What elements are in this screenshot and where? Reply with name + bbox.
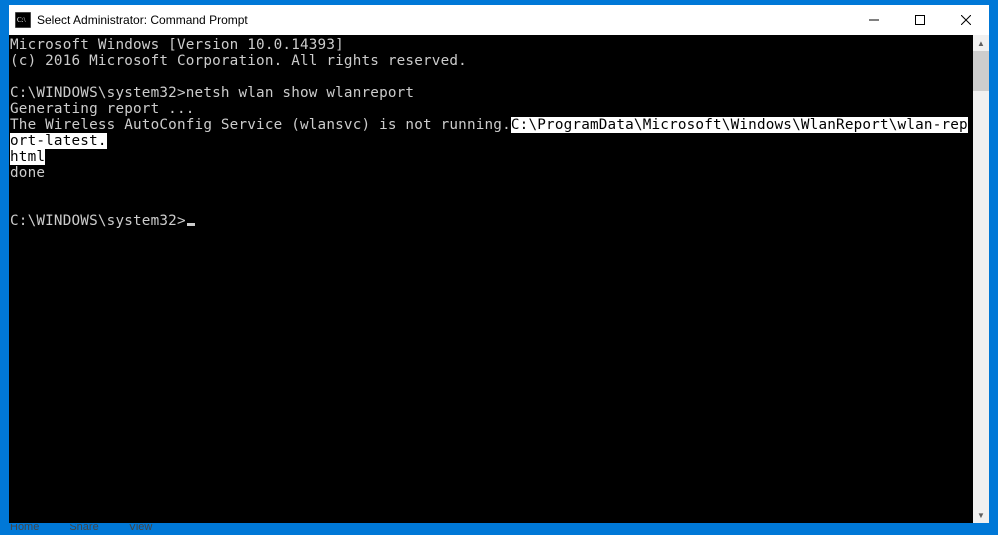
command-prompt-window: C:\ Select Administrator: Command Prompt… <box>8 4 990 524</box>
scroll-track[interactable] <box>973 51 989 507</box>
terminal-output[interactable]: Microsoft Windows [Version 10.0.14393] (… <box>9 35 973 523</box>
window-controls <box>851 5 989 35</box>
scroll-down-arrow-icon[interactable]: ▼ <box>973 507 989 523</box>
text-cursor <box>187 223 195 226</box>
header-line-2: (c) 2016 Microsoft Corporation. All righ… <box>10 53 467 69</box>
terminal-area[interactable]: Microsoft Windows [Version 10.0.14393] (… <box>9 35 989 523</box>
prompt-2-path: C:\WINDOWS\system32> <box>10 213 186 229</box>
output-generating: Generating report ... <box>10 101 195 117</box>
svg-text:C:\: C:\ <box>17 16 26 24</box>
scroll-up-arrow-icon[interactable]: ▲ <box>973 35 989 51</box>
prompt-1-path: C:\WINDOWS\system32> <box>10 85 186 101</box>
vertical-scrollbar[interactable]: ▲ ▼ <box>973 35 989 523</box>
selected-path-part2: html <box>10 149 45 165</box>
titlebar[interactable]: C:\ Select Administrator: Command Prompt <box>9 5 989 35</box>
scroll-thumb[interactable] <box>973 51 989 91</box>
prompt-1-command: netsh wlan show wlanreport <box>186 85 414 101</box>
maximize-button[interactable] <box>897 5 943 35</box>
window-title: Select Administrator: Command Prompt <box>37 13 851 27</box>
cmd-icon: C:\ <box>15 12 31 28</box>
output-done: done <box>10 165 45 181</box>
output-service-msg: The Wireless AutoConfig Service (wlansvc… <box>10 117 511 133</box>
close-button[interactable] <box>943 5 989 35</box>
header-line-1: Microsoft Windows [Version 10.0.14393] <box>10 37 344 53</box>
minimize-button[interactable] <box>851 5 897 35</box>
